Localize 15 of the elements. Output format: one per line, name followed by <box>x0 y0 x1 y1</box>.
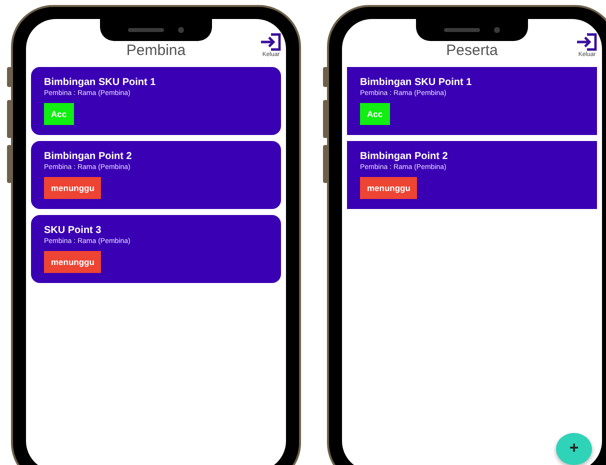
status-badge: menunggu <box>360 177 418 199</box>
screen-title: Peserta <box>446 42 498 61</box>
status-badge: menunggu <box>44 251 102 273</box>
screen-title: Pembina <box>126 42 186 61</box>
status-badge: menunggu <box>44 177 102 199</box>
card-title: SKU Point 3 <box>44 225 102 236</box>
status-badge: Acc <box>360 103 390 125</box>
card-title: Bimbingan Point 2 <box>44 151 132 162</box>
add-button[interactable]: + <box>556 433 592 465</box>
status-badge: Acc <box>44 103 74 125</box>
logout-icon <box>260 33 282 51</box>
logout-icon <box>576 33 598 51</box>
card-title: Bimbingan Point 2 <box>360 151 448 162</box>
card-title: Bimbingan SKU Point 1 <box>44 77 156 88</box>
card-title: Bimbingan SKU Point 1 <box>360 77 472 88</box>
